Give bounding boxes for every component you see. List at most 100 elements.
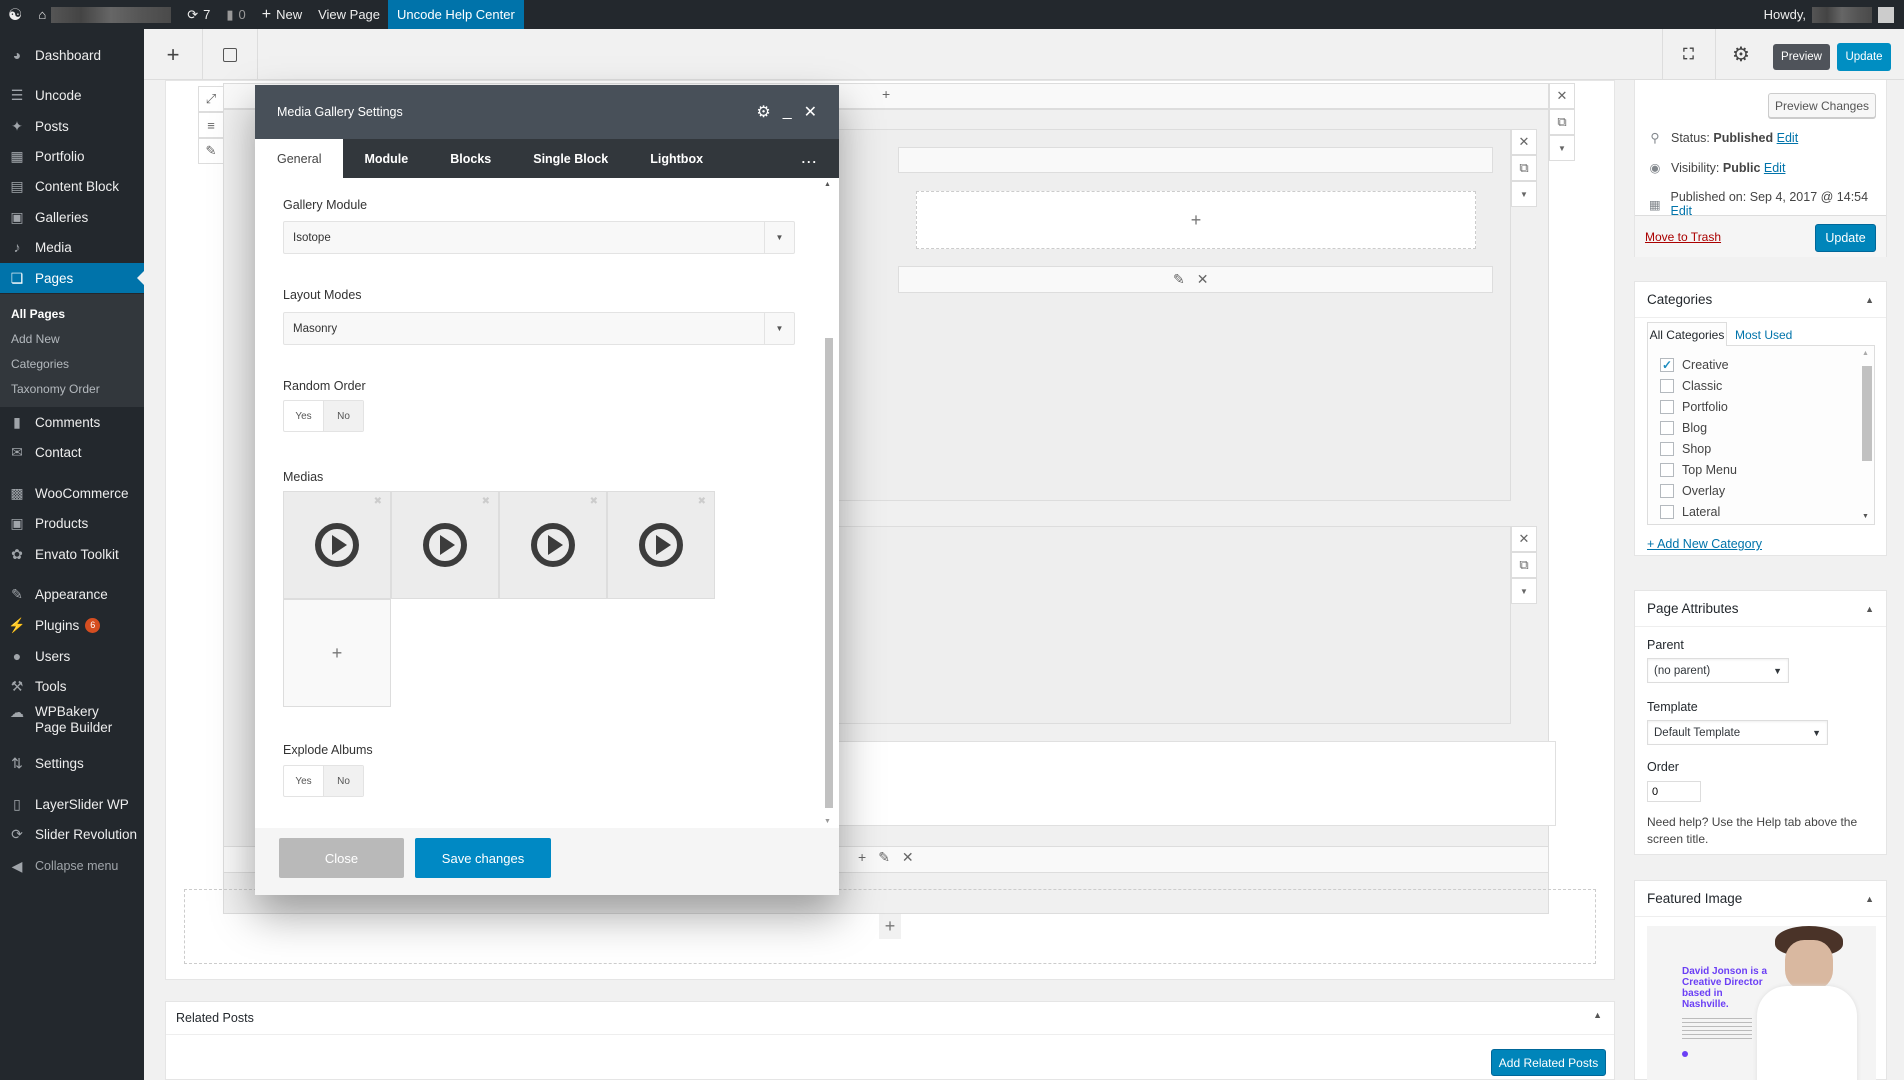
sidebar-item-contact[interactable]: ✉ Contact bbox=[0, 437, 144, 467]
sidebar-item-plugins[interactable]: ⚡ Plugins 6 bbox=[0, 610, 144, 640]
explode-albums-no[interactable]: No bbox=[323, 766, 363, 796]
checkbox[interactable] bbox=[1660, 463, 1674, 477]
category-item[interactable]: Blog bbox=[1660, 421, 1707, 435]
toggle-arrow-icon[interactable]: ▲ bbox=[1593, 1010, 1602, 1020]
sidebar-item-layerslider-wp[interactable]: ▯ LayerSlider WP bbox=[0, 789, 144, 819]
sidebar-item-tools[interactable]: ⚒ Tools bbox=[0, 671, 144, 701]
inner-row-toggle-control[interactable]: ▼ bbox=[1511, 181, 1537, 207]
tab-more[interactable]: ... bbox=[781, 139, 839, 178]
sidebar-item-woocommerce[interactable]: ▩ WooCommerce bbox=[0, 478, 144, 508]
my-account[interactable]: Howdy, bbox=[1756, 0, 1904, 29]
row-delete-control[interactable]: ✕ bbox=[1549, 83, 1575, 109]
gear-icon[interactable]: ⚙ bbox=[756, 102, 770, 122]
parent-select[interactable]: (no parent) ▼ bbox=[1647, 658, 1789, 683]
media-item[interactable]: ✖ bbox=[607, 491, 715, 599]
close-icon[interactable]: ✕ bbox=[902, 849, 914, 866]
toggle-arrow-icon[interactable]: ▲ bbox=[1865, 604, 1874, 614]
submenu-add-new[interactable]: Add New bbox=[11, 332, 60, 346]
sidebar-item-media[interactable]: ♪ Media bbox=[0, 232, 144, 262]
inner-row-delete-control[interactable]: ✕ bbox=[1511, 129, 1537, 155]
sidebar-item-comments[interactable]: ▮ Comments bbox=[0, 407, 144, 437]
sidebar-item-galleries[interactable]: ▣ Galleries bbox=[0, 202, 144, 232]
random-order-toggle[interactable]: Yes No bbox=[283, 400, 364, 432]
inner-row-clone-control[interactable]: ⧉ bbox=[1511, 552, 1537, 578]
view-page-link[interactable]: View Page bbox=[310, 0, 388, 29]
update-button[interactable]: Update bbox=[1815, 224, 1876, 252]
tab-lightbox[interactable]: Lightbox bbox=[629, 139, 724, 178]
checkbox[interactable] bbox=[1660, 442, 1674, 456]
sidebar-item-products[interactable]: ▣ Products bbox=[0, 508, 144, 538]
random-order-no[interactable]: No bbox=[323, 401, 363, 431]
update-button[interactable]: Update bbox=[1837, 43, 1891, 71]
sidebar-item-appearance[interactable]: ✎ Appearance bbox=[0, 579, 144, 609]
row-edit-control[interactable]: ✎ bbox=[198, 138, 224, 164]
pencil-icon[interactable]: ✎ bbox=[1173, 271, 1185, 288]
media-item[interactable]: ✖ bbox=[499, 491, 607, 599]
submenu-all-pages[interactable]: All Pages bbox=[11, 307, 65, 321]
page-attributes-header[interactable]: Page Attributes ▲ bbox=[1635, 591, 1886, 627]
order-input[interactable] bbox=[1647, 781, 1701, 802]
collapse-menu-button[interactable]: ◀ Collapse menu bbox=[0, 851, 144, 881]
fullscreen-button[interactable]: ⛶ bbox=[1662, 29, 1715, 80]
sidebar-item-dashboard[interactable]: ◕ Dashboard bbox=[0, 40, 144, 70]
category-item[interactable]: Overlay bbox=[1660, 484, 1725, 498]
category-item[interactable]: ✓ Creative bbox=[1660, 358, 1729, 372]
sidebar-item-slider-revolution[interactable]: ⟳ Slider Revolution bbox=[0, 819, 144, 849]
sidebar-item-settings[interactable]: ⇅ Settings bbox=[0, 748, 144, 778]
save-changes-button[interactable]: Save changes bbox=[415, 838, 551, 878]
sidebar-item-wpbakery-page-builder[interactable]: ☁ WPBakery Page Builder bbox=[0, 701, 144, 741]
preview-button[interactable]: Preview bbox=[1773, 44, 1830, 70]
media-item[interactable]: ✖ bbox=[391, 491, 499, 599]
category-item[interactable]: Lateral bbox=[1660, 505, 1720, 519]
scroll-up-icon[interactable]: ▲ bbox=[824, 181, 831, 188]
modal-scrollbar[interactable]: ▲ ▼ bbox=[823, 178, 835, 828]
checkbox[interactable] bbox=[1660, 400, 1674, 414]
add-element-placeholder[interactable]: + bbox=[916, 191, 1476, 249]
tab-blocks[interactable]: Blocks bbox=[429, 139, 512, 178]
modal-header[interactable]: Media Gallery Settings ⚙ _ ✕ bbox=[255, 85, 839, 139]
tab-all-categories[interactable]: All Categories bbox=[1647, 322, 1727, 346]
close-icon[interactable]: ✕ bbox=[1197, 271, 1209, 288]
close-button[interactable]: Close bbox=[279, 838, 404, 878]
sidebar-item-envato-toolkit[interactable]: ✿ Envato Toolkit bbox=[0, 539, 144, 569]
inner-row-delete-control[interactable]: ✕ bbox=[1511, 526, 1537, 552]
checkbox[interactable] bbox=[1660, 379, 1674, 393]
sidebar-item-content-block[interactable]: ▤ Content Block bbox=[0, 171, 144, 201]
edit-status-link[interactable]: Edit bbox=[1777, 131, 1799, 145]
comments-link[interactable]: ▮ 0 bbox=[218, 0, 253, 29]
category-item[interactable]: Portfolio bbox=[1660, 400, 1728, 414]
tab-most-used[interactable]: Most Used bbox=[1735, 328, 1792, 342]
pencil-icon[interactable]: ✎ bbox=[878, 849, 890, 866]
remove-media-icon[interactable]: ✖ bbox=[698, 496, 706, 507]
site-name[interactable]: ⌂ bbox=[30, 0, 179, 29]
categories-header[interactable]: Categories ▲ bbox=[1635, 282, 1886, 318]
tab-module[interactable]: Module bbox=[343, 139, 429, 178]
scrollbar-thumb[interactable] bbox=[825, 338, 833, 808]
row-add-control[interactable]: + bbox=[882, 86, 890, 102]
wordpress-logo-icon[interactable]: ☯ bbox=[0, 0, 30, 29]
submenu-taxonomy-order[interactable]: Taxonomy Order bbox=[11, 382, 100, 396]
updates-link[interactable]: ⟳ 7 bbox=[179, 0, 218, 29]
add-media-button[interactable]: + bbox=[283, 599, 391, 707]
submenu-categories[interactable]: Categories bbox=[11, 357, 69, 371]
tab-single-block[interactable]: Single Block bbox=[512, 139, 629, 178]
tab-general[interactable]: General bbox=[255, 139, 344, 178]
category-item[interactable]: Classic bbox=[1660, 379, 1722, 393]
inner-row-clone-control[interactable]: ⧉ bbox=[1511, 155, 1537, 181]
explode-albums-yes[interactable]: Yes bbox=[284, 766, 323, 796]
templates-button[interactable] bbox=[202, 29, 257, 80]
checklist-scrollbar[interactable]: ▲ ▼ bbox=[1862, 350, 1872, 520]
uncode-help-center-link[interactable]: Uncode Help Center bbox=[388, 0, 524, 29]
remove-media-icon[interactable]: ✖ bbox=[374, 496, 382, 507]
preview-changes-button[interactable]: Preview Changes bbox=[1768, 93, 1876, 118]
random-order-yes[interactable]: Yes bbox=[284, 401, 323, 431]
row-drag-control[interactable]: ≡ bbox=[198, 112, 224, 138]
checkbox[interactable] bbox=[1660, 421, 1674, 435]
move-to-trash-link[interactable]: Move to Trash bbox=[1645, 230, 1721, 244]
toggle-arrow-icon[interactable]: ▲ bbox=[1865, 295, 1874, 305]
layout-modes-select[interactable]: Masonry ▼ bbox=[283, 312, 795, 345]
edit-visibility-link[interactable]: Edit bbox=[1764, 161, 1786, 175]
scroll-down-icon[interactable]: ▼ bbox=[824, 818, 831, 825]
checkbox-checked[interactable]: ✓ bbox=[1660, 358, 1674, 372]
gallery-module-select[interactable]: Isotope ▼ bbox=[283, 221, 795, 254]
